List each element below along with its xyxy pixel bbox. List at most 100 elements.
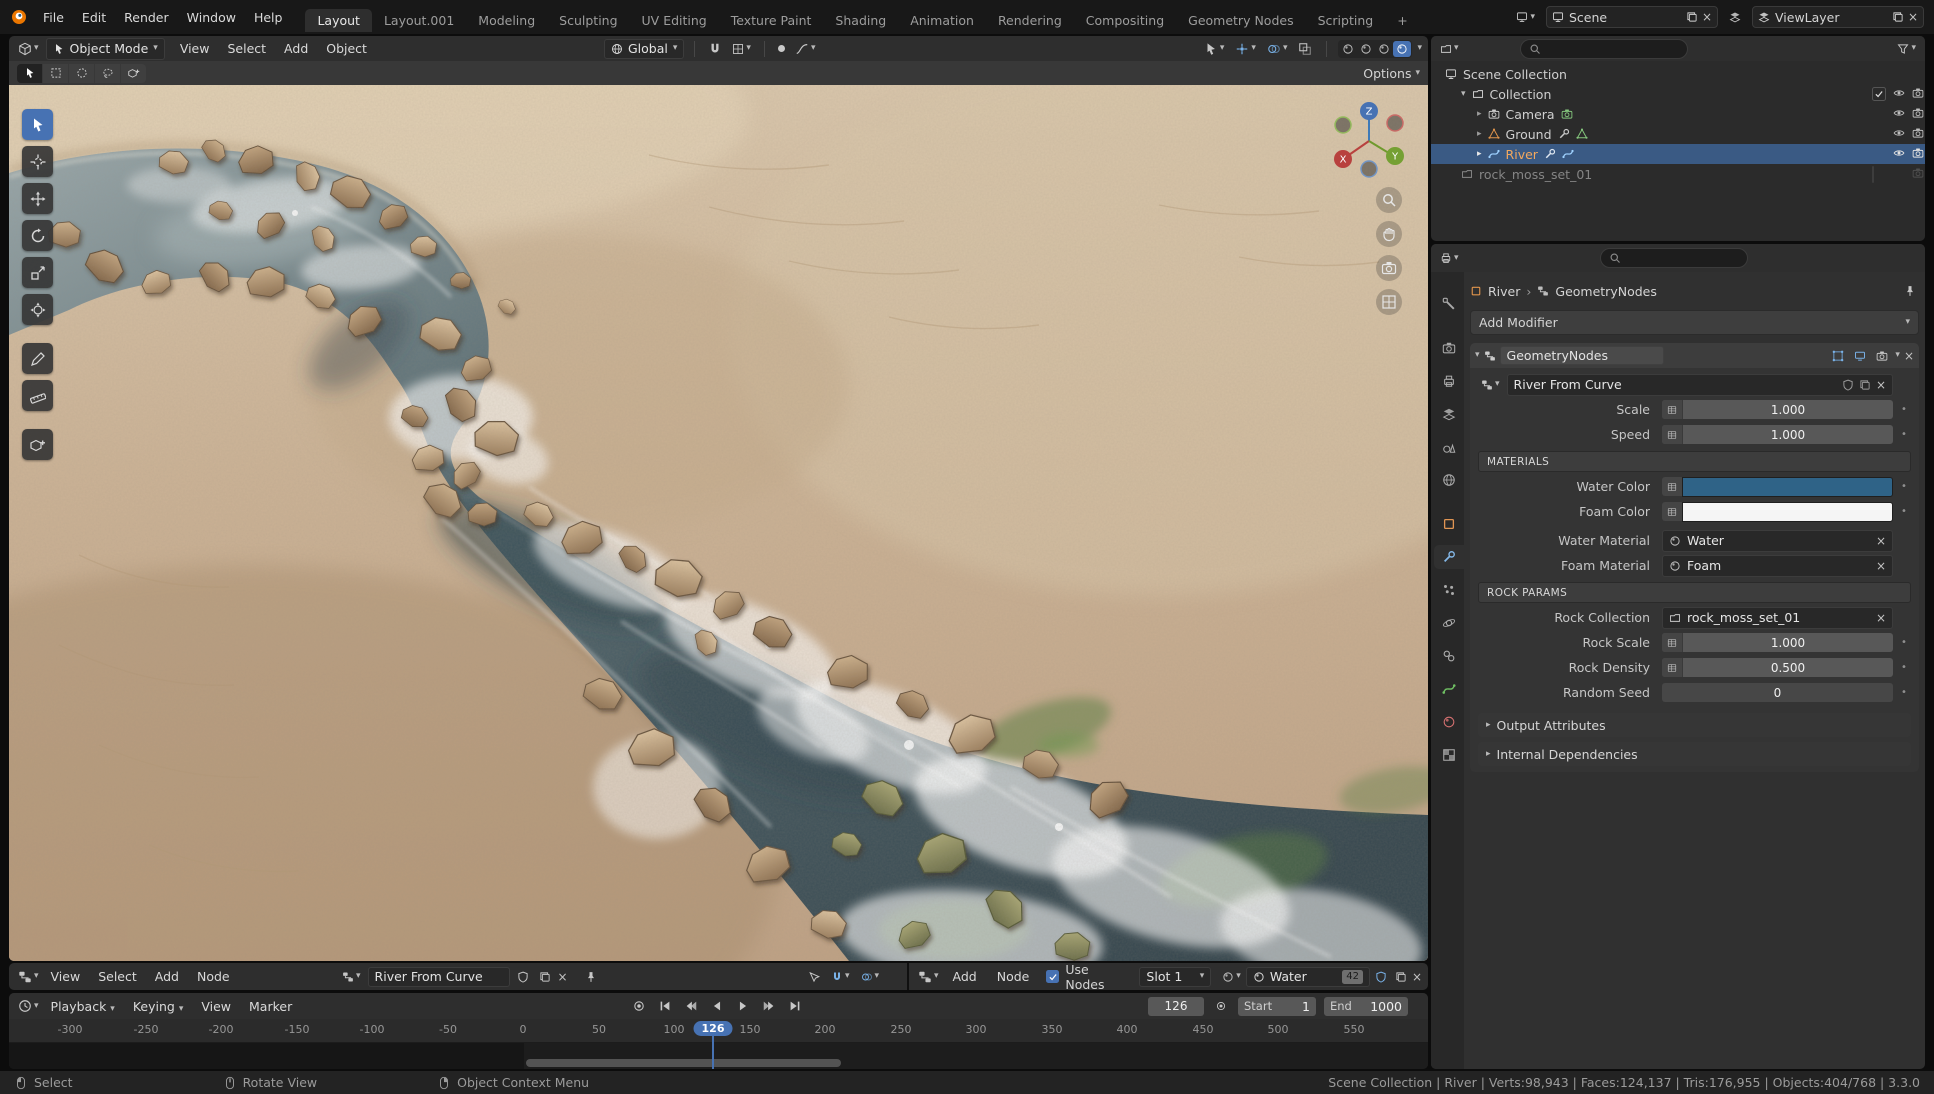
- tab-compositing[interactable]: Compositing: [1074, 9, 1176, 32]
- node-overlay-button[interactable]: ▾: [858, 969, 883, 985]
- material-fake-user-button[interactable]: [1372, 969, 1390, 985]
- collection-exclude-checkbox[interactable]: [1872, 166, 1874, 183]
- material-browse-button[interactable]: ▾: [1219, 969, 1244, 985]
- material-users-badge[interactable]: 42: [1342, 969, 1363, 984]
- tab-particles[interactable]: [1434, 578, 1464, 602]
- tab-texture-paint[interactable]: Texture Paint: [719, 9, 824, 32]
- water-color-swatch[interactable]: [1682, 476, 1893, 497]
- foam-color-swatch[interactable]: [1682, 501, 1893, 522]
- tab-modeling[interactable]: Modeling: [466, 9, 547, 32]
- tool-move[interactable]: [22, 183, 53, 214]
- tab-material[interactable]: [1434, 710, 1464, 734]
- viewport[interactable]: .rA{fill:url(#rockAg);stroke:#6b5640;str…: [9, 85, 1428, 961]
- tab-object[interactable]: [1434, 512, 1464, 536]
- timeline-menu-view[interactable]: View: [192, 999, 240, 1014]
- hide-eye-icon[interactable]: [1893, 107, 1905, 122]
- tab-output[interactable]: [1434, 369, 1464, 393]
- snap-toggle-button[interactable]: [705, 40, 725, 58]
- outliner-row-river[interactable]: ▸ River: [1431, 144, 1925, 164]
- tool-scale[interactable]: [22, 257, 53, 288]
- viewlayer-selector[interactable]: ViewLayer ×: [1752, 6, 1924, 28]
- menu-window[interactable]: Window: [178, 10, 245, 25]
- shading-rendered-button[interactable]: [1393, 40, 1412, 57]
- snap-settings-dropdown[interactable]: ▾: [729, 41, 754, 57]
- unlink-rock-collection-icon[interactable]: ×: [1876, 612, 1886, 624]
- collection-exclude-checkbox[interactable]: [1872, 87, 1886, 101]
- tab-rendering[interactable]: Rendering: [986, 9, 1074, 32]
- menu-view[interactable]: View: [171, 41, 219, 56]
- outliner-search-input[interactable]: [1519, 38, 1688, 59]
- node-pin-button[interactable]: [582, 969, 600, 985]
- tab-modifiers[interactable]: [1434, 545, 1464, 569]
- tab-layout[interactable]: Layout: [305, 8, 372, 32]
- node-group-field[interactable]: River From Curve ×: [1506, 373, 1893, 396]
- tool-annotate[interactable]: [22, 343, 53, 374]
- render-visibility-icon[interactable]: [1912, 167, 1924, 182]
- select-circle-button[interactable]: [69, 63, 94, 83]
- shading-wireframe-button[interactable]: [1339, 41, 1357, 57]
- play-button[interactable]: [733, 997, 753, 1015]
- tab-geometry-nodes[interactable]: Geometry Nodes: [1176, 9, 1305, 32]
- overlays-dropdown[interactable]: ▾: [1264, 40, 1291, 58]
- editor-divider[interactable]: [907, 963, 909, 990]
- tab-scene[interactable]: [1434, 435, 1464, 459]
- new-scene-icon[interactable]: [1686, 11, 1698, 23]
- foam-color-attr-toggle[interactable]: [1662, 502, 1682, 521]
- tab-texture[interactable]: [1434, 743, 1464, 767]
- options-dropdown[interactable]: Options ▾: [1363, 66, 1420, 81]
- menu-object[interactable]: Object: [317, 41, 376, 56]
- water-material-field[interactable]: Water ×: [1662, 529, 1893, 552]
- keying-set-button[interactable]: [1212, 998, 1230, 1014]
- shader-menu-node[interactable]: Node: [988, 969, 1039, 984]
- output-attributes-panel[interactable]: ▸ Output Attributes: [1478, 713, 1911, 737]
- unlink-node-group-icon[interactable]: ×: [1876, 379, 1886, 391]
- node-menu-view[interactable]: View: [42, 969, 90, 984]
- unlink-scene-icon[interactable]: ×: [1702, 11, 1712, 23]
- tab-scripting[interactable]: Scripting: [1306, 9, 1386, 32]
- rock-scale-slider[interactable]: 1.000: [1662, 633, 1893, 652]
- node-group-browse-button[interactable]: ▾: [1478, 377, 1503, 393]
- menu-select[interactable]: Select: [218, 41, 275, 56]
- perspective-toggle-button[interactable]: [1376, 289, 1402, 315]
- node-fake-user-button[interactable]: [514, 969, 532, 985]
- outliner-row-rock-moss-set[interactable]: rock_moss_set_01: [1431, 164, 1925, 184]
- foam-material-field[interactable]: Foam ×: [1662, 554, 1893, 577]
- modifier-extras-dropdown[interactable]: ▾: [1895, 351, 1900, 360]
- select-box-button[interactable]: [43, 63, 68, 83]
- outliner-row-collection[interactable]: ▾ Collection: [1431, 84, 1925, 104]
- realtime-toggle[interactable]: [1851, 348, 1869, 364]
- material-name-field[interactable]: Water 42: [1245, 966, 1370, 987]
- add-modifier-button[interactable]: Add Modifier ▾: [1470, 310, 1919, 335]
- viewport-render[interactable]: .rA{fill:url(#rockAg);stroke:#6b5640;str…: [9, 85, 1428, 961]
- prev-keyframe-button[interactable]: [681, 997, 701, 1015]
- fake-user-shield-icon[interactable]: [1842, 379, 1854, 391]
- outliner-row-ground[interactable]: ▸ Ground: [1431, 124, 1925, 144]
- gizmos-dropdown[interactable]: ▾: [1232, 40, 1259, 58]
- timeline-tracks[interactable]: [9, 1043, 1428, 1069]
- modifier-panel-header[interactable]: ▾ GeometryNodes ▾ ×: [1470, 343, 1919, 368]
- tab-tool[interactable]: [1434, 292, 1464, 316]
- outliner-row-camera[interactable]: ▸ Camera: [1431, 104, 1925, 124]
- tab-animation[interactable]: Animation: [898, 9, 986, 32]
- select-tweak-button[interactable]: [17, 63, 42, 83]
- material-copy-button[interactable]: [1392, 969, 1410, 985]
- shader-editor-type-button[interactable]: ▾: [915, 968, 942, 986]
- node-unlink-button[interactable]: ×: [558, 971, 568, 983]
- xray-toggle[interactable]: [1295, 40, 1315, 58]
- navigation-gizmo[interactable]: Z X Y: [1326, 95, 1412, 184]
- pan-button[interactable]: [1376, 221, 1402, 247]
- outliner-row-scene-collection[interactable]: Scene Collection: [1431, 64, 1925, 84]
- shader-menu-add[interactable]: Add: [944, 969, 986, 984]
- render-visibility-icon[interactable]: [1912, 87, 1924, 102]
- node-snap-button[interactable]: ▾: [828, 969, 853, 985]
- hide-eye-icon[interactable]: [1893, 127, 1905, 142]
- tab-view-layer[interactable]: [1434, 402, 1464, 426]
- expand-arrow-icon[interactable]: ▾: [1461, 89, 1466, 99]
- proportional-falloff-dropdown[interactable]: ▾: [792, 40, 819, 58]
- expand-arrow-icon[interactable]: ▸: [1477, 129, 1482, 139]
- mode-dropdown[interactable]: Object Mode ▾: [45, 37, 165, 60]
- unlink-foam-material-icon[interactable]: ×: [1876, 560, 1886, 572]
- timeline-ruler[interactable]: -300 -250 -200 -150 -100 -50 0 50 100 15…: [9, 1019, 1428, 1043]
- render-toggle[interactable]: [1873, 348, 1891, 364]
- timeline-scrollbar[interactable]: [526, 1059, 841, 1067]
